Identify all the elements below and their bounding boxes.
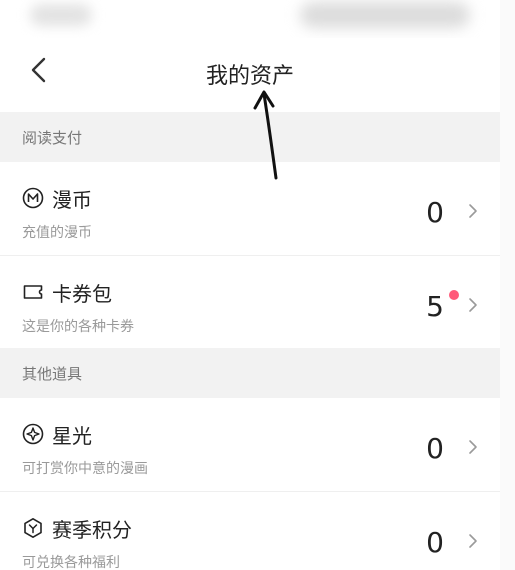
starlight-icon bbox=[22, 423, 44, 445]
row-title: 赛季积分 bbox=[52, 518, 132, 542]
chevron-right-icon bbox=[469, 298, 477, 312]
list-item-season-points[interactable]: 赛季积分 可兑换各种福利 0 bbox=[0, 492, 500, 570]
row-subtitle: 可兑换各种福利 bbox=[22, 555, 120, 570]
coupon-icon bbox=[23, 285, 43, 299]
list-item-starlight[interactable]: 星光 可打赏你中意的漫画 0 bbox=[0, 398, 500, 492]
manbi-coin-icon bbox=[22, 187, 44, 209]
notification-dot bbox=[449, 290, 459, 300]
section-header-props: 其他道具 bbox=[0, 348, 500, 398]
chevron-right-icon bbox=[469, 204, 477, 218]
row-title: 漫币 bbox=[52, 188, 92, 212]
season-points-icon bbox=[24, 517, 42, 539]
list-item-coupon[interactable]: 卡券包 这是你的各种卡券 5 bbox=[0, 256, 500, 350]
status-bar-blurred-right bbox=[300, 2, 470, 28]
row-subtitle: 这是你的各种卡券 bbox=[22, 319, 134, 335]
list-item-manbi[interactable]: 漫币 充值的漫币 0 bbox=[0, 162, 500, 256]
row-value: 0 bbox=[426, 526, 444, 559]
row-subtitle: 充值的漫币 bbox=[22, 225, 92, 241]
row-title: 星光 bbox=[52, 424, 92, 448]
right-gutter bbox=[500, 0, 515, 570]
section-label: 阅读支付 bbox=[22, 129, 83, 147]
row-value: 0 bbox=[426, 432, 444, 465]
chevron-right-icon bbox=[469, 440, 477, 454]
page-title: 我的资产 bbox=[205, 64, 294, 89]
row-value: 5 bbox=[426, 290, 444, 323]
row-value: 0 bbox=[426, 196, 444, 229]
status-bar-blurred-left bbox=[30, 4, 92, 26]
row-subtitle: 可打赏你中意的漫画 bbox=[22, 461, 148, 477]
section-header-payment: 阅读支付 bbox=[0, 112, 500, 162]
chevron-right-icon bbox=[469, 534, 477, 548]
header: 我的资产 bbox=[0, 38, 515, 110]
section-label: 其他道具 bbox=[22, 365, 83, 383]
row-title: 卡券包 bbox=[52, 282, 112, 306]
